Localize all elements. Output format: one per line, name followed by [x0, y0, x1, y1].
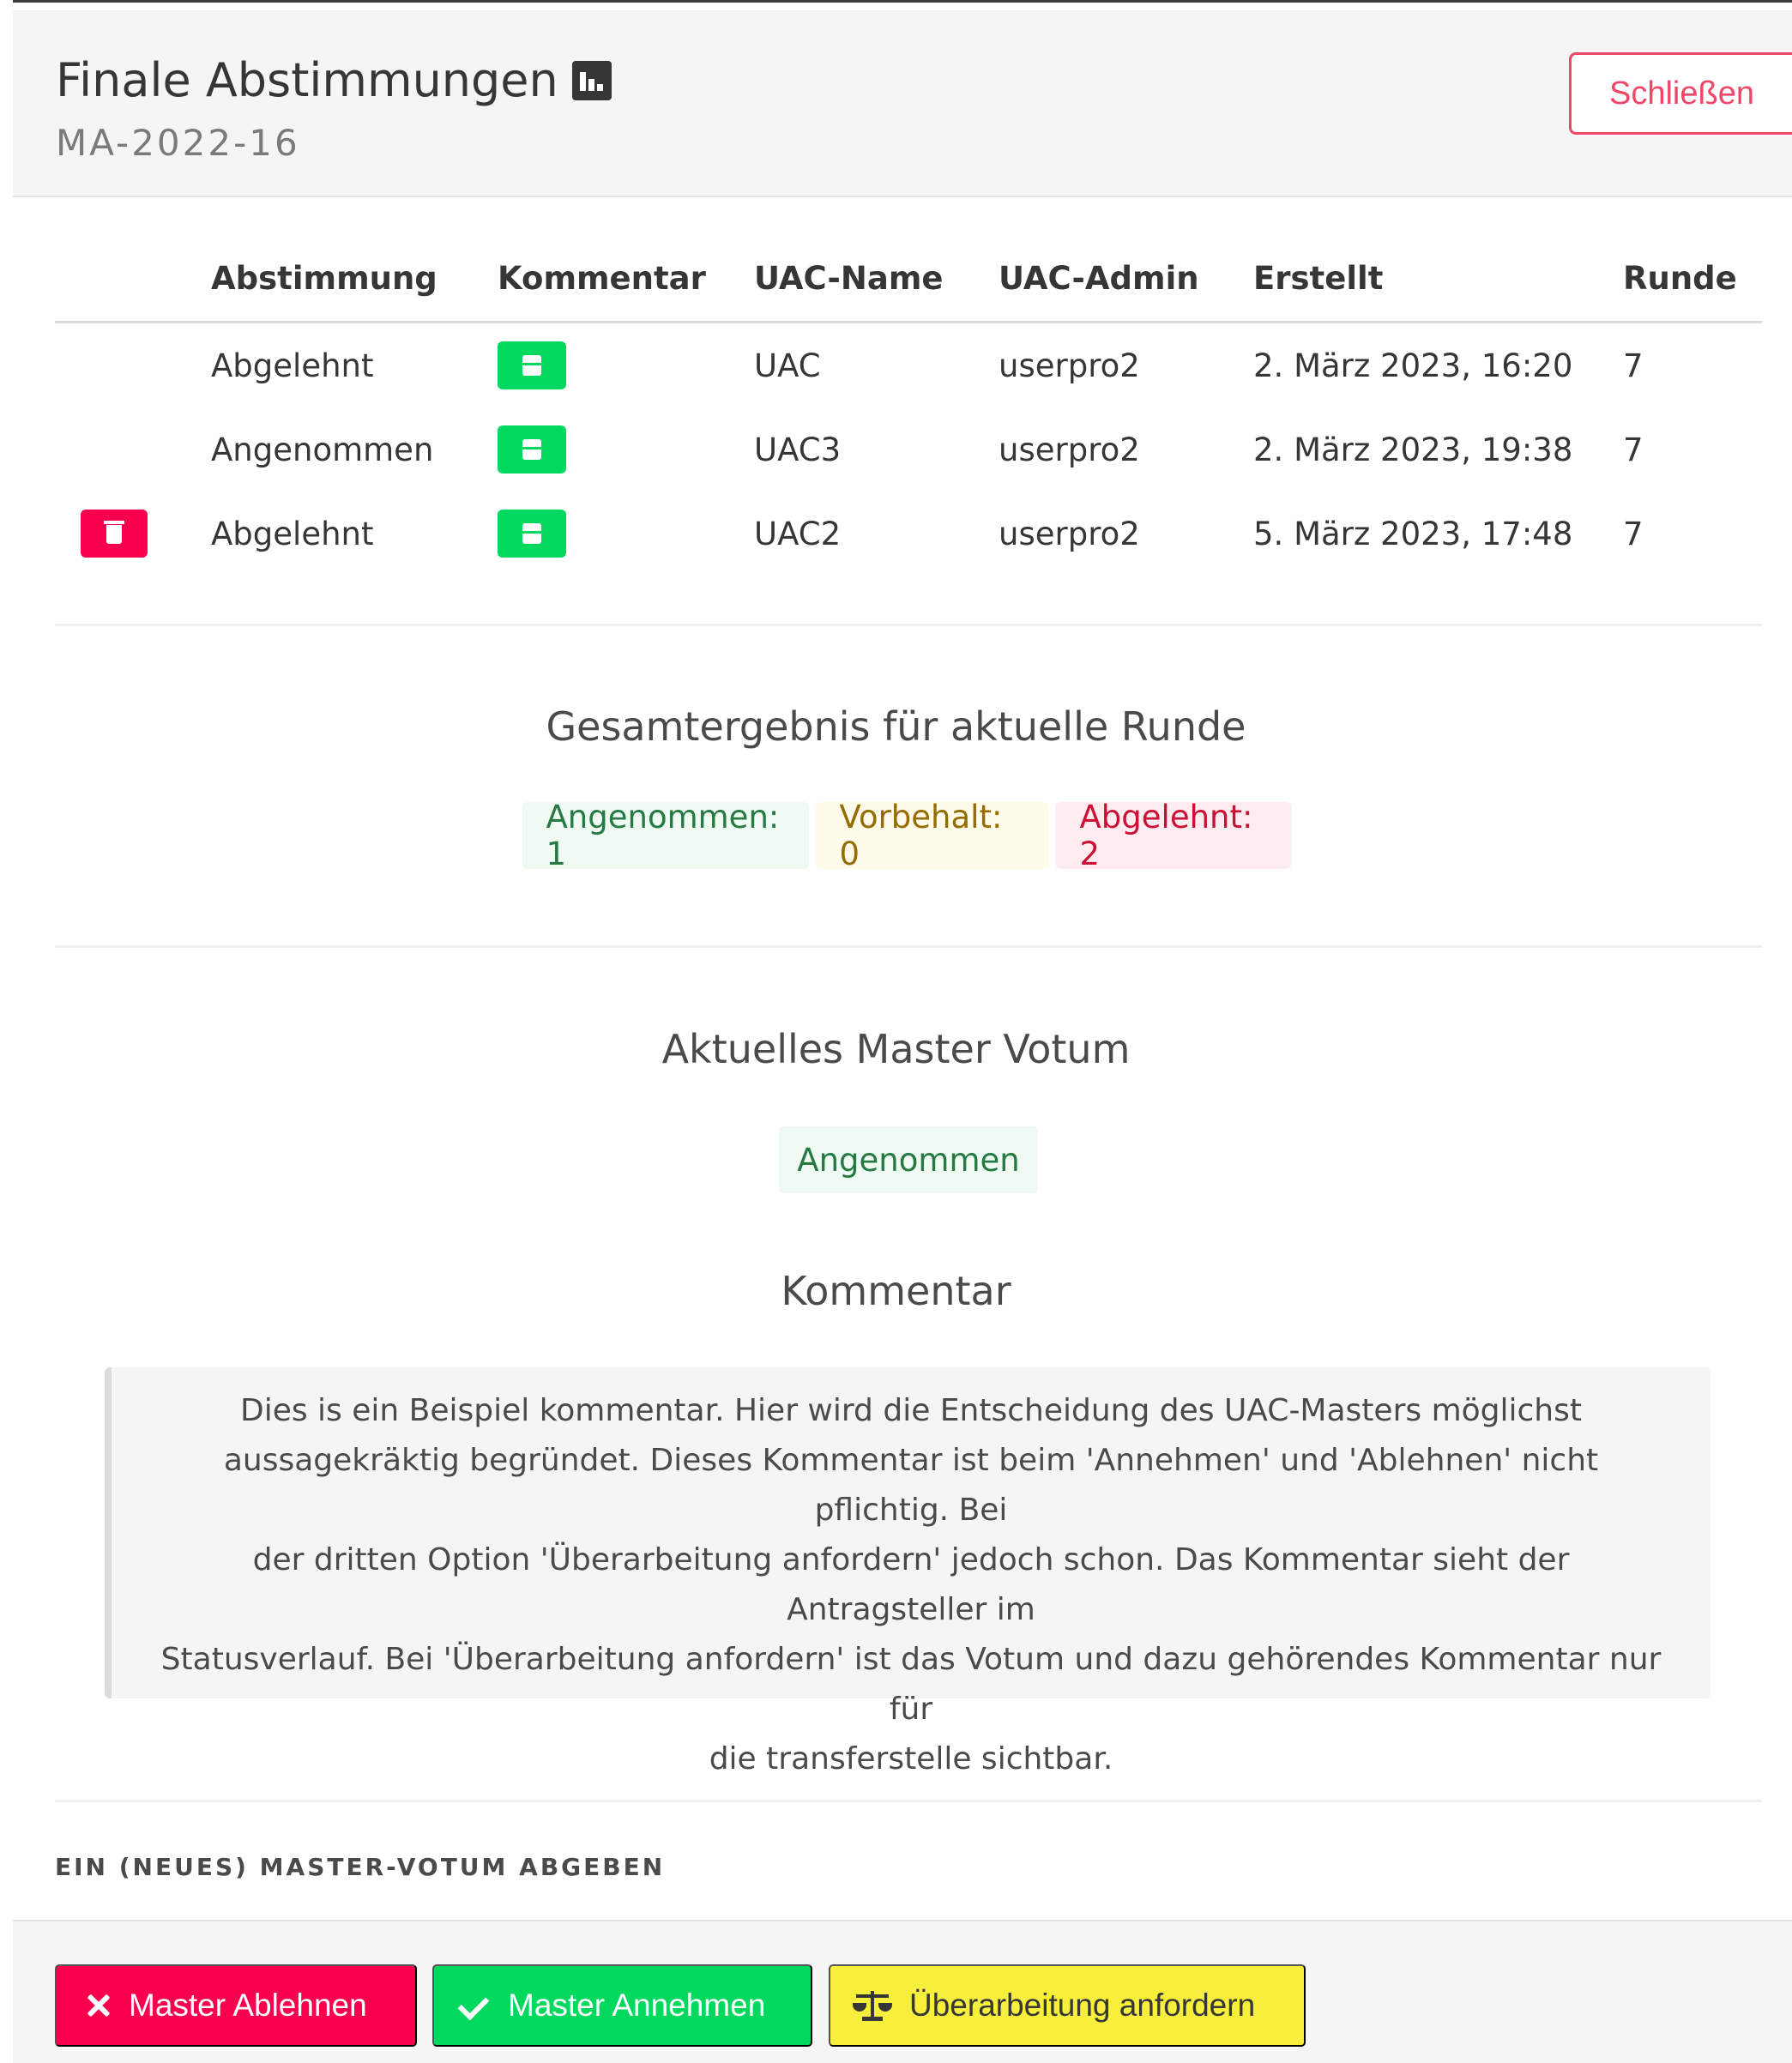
rejected-count-tag: Abgelehnt: 2	[1055, 799, 1291, 872]
round-cell: 7	[1623, 515, 1644, 552]
uac-admin-cell: userpro2	[999, 431, 1140, 468]
modal-subtitle: MA-2022-16	[56, 122, 300, 164]
votes-table: Abstimmung Kommentar UAC-Name UAC-Admin …	[55, 236, 1762, 576]
modal-title: Finale Abstimmungen	[56, 53, 612, 107]
accept-label: Master Annehmen	[508, 1988, 766, 2023]
new-vote-label: EIN (NEUES) MASTER-VOTUM ABGEBEN	[55, 1853, 666, 1881]
comment-line: Dies is ein Beispiel kommentar. Hier wir…	[239, 1393, 1582, 1428]
round-cell: 7	[1623, 431, 1644, 468]
table-row: Angenommen UAC3 userpro2 2. März 2023, 1…	[55, 407, 1762, 492]
check-icon	[460, 1993, 491, 2018]
revise-label: Überarbeitung anfordern	[909, 1988, 1256, 2023]
uac-admin-cell: userpro2	[999, 347, 1140, 384]
summary-tags: Angenommen: 1 Vorbehalt: 0 Abgelehnt: 2	[0, 799, 1792, 872]
header-abstimmung: Abstimmung	[211, 260, 437, 297]
table-row: Abgelehnt UAC2 userpro2 5. März 2023, 17…	[55, 492, 1762, 576]
comment-line: der dritten Option 'Überarbeitung anford…	[252, 1542, 1570, 1627]
header-kommentar: Kommentar	[498, 260, 706, 297]
reject-label: Master Ablehnen	[129, 1988, 367, 2023]
comment-icon[interactable]	[498, 510, 566, 558]
comment-cell	[498, 407, 566, 492]
table-row: Abgelehnt UAC userpro2 2. März 2023, 16:…	[55, 323, 1762, 407]
comment-icon[interactable]	[498, 341, 566, 389]
table-header: Abstimmung Kommentar UAC-Name UAC-Admin …	[55, 236, 1762, 323]
accepted-count-tag: Angenommen: 1	[522, 799, 809, 872]
header-uac-admin: UAC-Admin	[999, 260, 1199, 297]
vote-cell: Abgelehnt	[211, 347, 374, 384]
balance-scale-icon	[853, 1989, 892, 2022]
comment-line: Statusverlauf. Bei 'Überarbeitung anford…	[160, 1642, 1662, 1727]
uac-name-cell: UAC	[754, 347, 821, 384]
reserved-count-tag: Vorbehalt: 0	[815, 799, 1049, 872]
header-erstellt: Erstellt	[1253, 260, 1384, 297]
created-cell: 2. März 2023, 19:38	[1253, 431, 1573, 468]
created-cell: 2. März 2023, 16:20	[1253, 347, 1573, 384]
vote-cell: Angenommen	[211, 431, 434, 468]
close-button[interactable]: Schließen	[1569, 52, 1792, 135]
uac-admin-cell: userpro2	[999, 515, 1140, 552]
section-divider	[55, 1800, 1762, 1802]
header-runde: Runde	[1623, 260, 1737, 297]
vote-cell: Abgelehnt	[211, 515, 374, 552]
uac-name-cell: UAC2	[754, 515, 842, 552]
header-uac-name: UAC-Name	[754, 260, 944, 297]
section-divider	[55, 624, 1762, 626]
modal-header: Finale Abstimmungen MA-2022-16	[13, 10, 1792, 197]
round-cell: 7	[1623, 347, 1644, 384]
created-cell: 5. März 2023, 17:48	[1253, 515, 1573, 552]
section-divider	[55, 945, 1762, 948]
master-status-tag: Angenommen	[779, 1126, 1038, 1193]
trash-icon[interactable]	[81, 510, 148, 558]
comment-title: Kommentar	[781, 1268, 1011, 1314]
title-text: Finale Abstimmungen	[56, 53, 558, 107]
comment-cell	[498, 492, 566, 576]
comment-line: die transferstelle sichtbar.	[709, 1741, 1113, 1776]
master-comment: Dies is ein Beispiel kommentar. Hier wir…	[105, 1367, 1711, 1776]
bar-chart-icon	[571, 60, 612, 100]
summary-title: Gesamtergebnis für aktuelle Runde	[546, 703, 1246, 750]
delete-cell	[81, 492, 148, 576]
close-icon	[86, 1993, 112, 2018]
request-revision-button[interactable]: Überarbeitung anfordern	[829, 1964, 1306, 2047]
comment-cell	[498, 323, 566, 407]
master-reject-button[interactable]: Master Ablehnen	[55, 1964, 417, 2047]
comment-icon[interactable]	[498, 425, 566, 474]
master-vote-title: Aktuelles Master Votum	[661, 1026, 1131, 1072]
uac-name-cell: UAC3	[754, 431, 842, 468]
comment-line: aussagekräktig begründet. Dieses Komment…	[223, 1443, 1599, 1528]
master-accept-button[interactable]: Master Annehmen	[432, 1964, 812, 2047]
